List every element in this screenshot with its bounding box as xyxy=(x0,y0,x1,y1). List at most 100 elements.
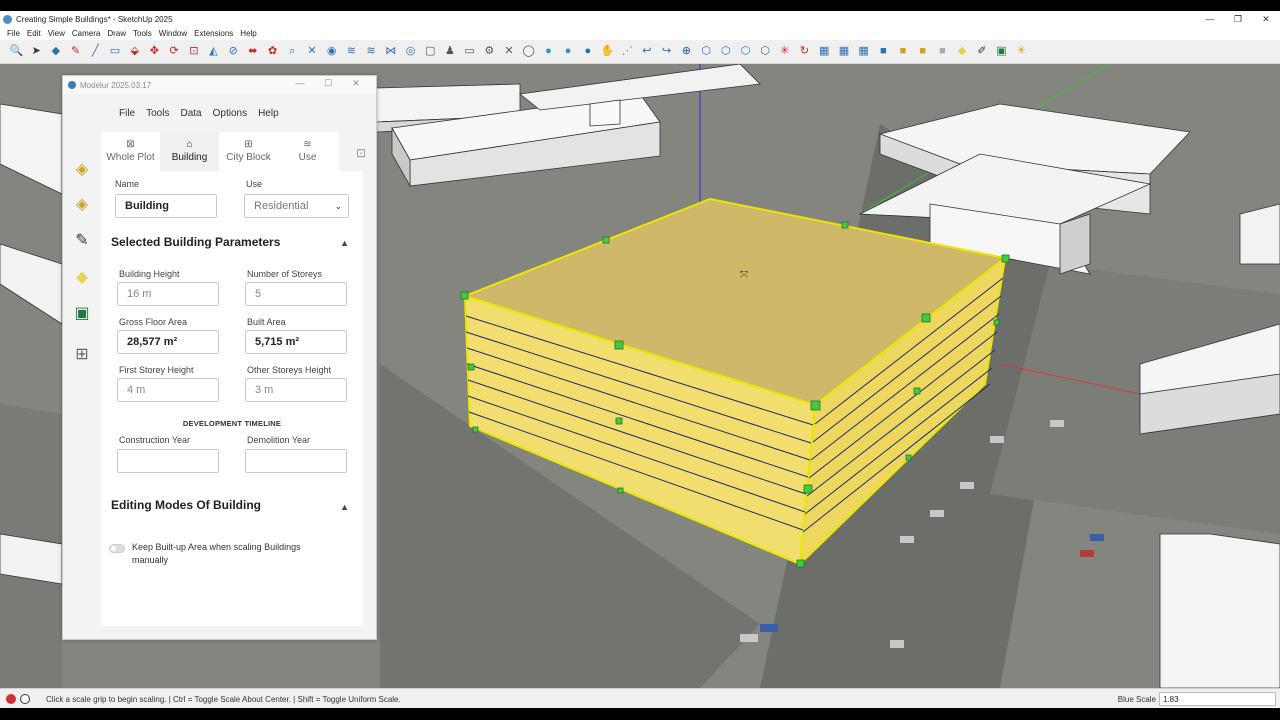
cube-icon[interactable]: ■ xyxy=(876,44,891,59)
building-height-input[interactable]: 16 m xyxy=(117,282,219,306)
panel-menu-file[interactable]: File xyxy=(119,108,135,119)
dotted-select-icon[interactable]: ⋰ xyxy=(620,44,635,59)
maximize-button[interactable]: ❐ xyxy=(1224,11,1252,27)
storeys-input[interactable]: 5 xyxy=(245,282,347,306)
hexagon-icon[interactable]: ⬡ xyxy=(718,44,733,59)
protractor-icon[interactable]: ◭ xyxy=(206,44,221,59)
use-select[interactable]: Residential ⌄ xyxy=(244,194,349,218)
select-arrow-icon[interactable]: ➤ xyxy=(29,44,44,59)
panel-menu-help[interactable]: Help xyxy=(258,108,279,119)
minimize-button[interactable]: — xyxy=(1196,11,1224,27)
panel-menu-tools[interactable]: Tools xyxy=(146,108,169,119)
stamp-icon[interactable]: ≋ xyxy=(364,44,379,59)
menu-draw[interactable]: Draw xyxy=(107,29,126,38)
gear-icon[interactable]: ⚙ xyxy=(482,44,497,59)
hook-icon[interactable]: ↩ xyxy=(639,44,654,59)
tab-use[interactable]: ≋ Use xyxy=(278,132,337,171)
grid-icon[interactable]: ▦ xyxy=(817,44,832,59)
plane-icon[interactable]: ◆ xyxy=(72,268,92,288)
stack-icon[interactable]: ◈ xyxy=(72,160,92,180)
search-icon[interactable]: 🔍 xyxy=(9,44,24,59)
info-icon[interactable] xyxy=(20,694,30,704)
reload-icon[interactable]: ↻ xyxy=(797,44,812,59)
panel-menu-options[interactable]: Options xyxy=(213,108,247,119)
drop-active-icon[interactable]: ● xyxy=(580,44,595,59)
menu-edit[interactable]: Edit xyxy=(27,29,41,38)
storeys-label: Number of Storeys xyxy=(247,269,323,279)
tab-whole-plot[interactable]: ⊠ Whole Plot xyxy=(101,132,160,171)
rotate-icon[interactable]: ⟳ xyxy=(167,44,182,59)
layers-icon[interactable]: ◈ xyxy=(72,195,92,215)
section-icon[interactable]: ⬌ xyxy=(245,44,260,59)
tab-city-block[interactable]: ⊞ City Block xyxy=(219,132,278,171)
grid-icon[interactable]: ▦ xyxy=(836,44,851,59)
panel-maximize-button[interactable]: ☐ xyxy=(314,78,342,89)
brush-icon[interactable]: ✎ xyxy=(72,231,92,251)
drape-icon[interactable]: ⋈ xyxy=(383,44,398,59)
line-icon[interactable]: ╱ xyxy=(88,44,103,59)
panel-menu-data[interactable]: Data xyxy=(180,108,201,119)
construction-year-input[interactable] xyxy=(117,449,219,473)
hexagon-icon[interactable]: ⬡ xyxy=(738,44,753,59)
menu-extensions[interactable]: Extensions xyxy=(194,29,233,38)
plus-circle-icon[interactable]: ⊕ xyxy=(679,44,694,59)
built-area-input[interactable]: 5,715 m² xyxy=(245,330,347,354)
other-storeys-input[interactable]: 3 m xyxy=(245,378,347,402)
tab-building[interactable]: ⌂ Building xyxy=(160,132,219,171)
drop-icon[interactable]: ● xyxy=(561,44,576,59)
move-icon[interactable]: ✥ xyxy=(147,44,162,59)
hand-icon[interactable]: ✋ xyxy=(600,44,615,59)
box-yellow-icon[interactable]: ■ xyxy=(896,44,911,59)
plane-icon[interactable]: ◆ xyxy=(955,44,970,59)
paint-icon[interactable]: ✿ xyxy=(265,44,280,59)
sandbox-icon[interactable]: ◉ xyxy=(324,44,339,59)
panel-minimize-button[interactable]: — xyxy=(286,78,314,89)
collapse-chevron-icon[interactable]: ▲ xyxy=(340,502,349,512)
menu-help[interactable]: Help xyxy=(240,29,256,38)
close-button[interactable]: ✕ xyxy=(1252,11,1280,27)
box-grey-icon[interactable]: ■ xyxy=(935,44,950,59)
keep-built-up-toggle[interactable] xyxy=(109,544,125,553)
push-pull-icon[interactable]: ⬙ xyxy=(127,44,142,59)
drop-icon[interactable]: ● xyxy=(541,44,556,59)
folder-add-icon[interactable]: ⊡ xyxy=(356,146,366,160)
grid-icon[interactable]: ▦ xyxy=(856,44,871,59)
zoom-extents-icon[interactable]: ✕ xyxy=(305,44,320,59)
components-icon[interactable]: ◎ xyxy=(403,44,418,59)
box-yellow-icon[interactable]: ■ xyxy=(915,44,930,59)
excel-icon[interactable]: ▣ xyxy=(72,304,92,324)
rectangle-icon[interactable]: ▭ xyxy=(108,44,123,59)
first-storey-input[interactable]: 4 m xyxy=(117,378,219,402)
explode-icon[interactable]: ✳ xyxy=(777,44,792,59)
demolition-year-input[interactable] xyxy=(245,449,347,473)
brush-icon[interactable]: ✐ xyxy=(974,44,989,59)
collapse-chevron-icon[interactable]: ▲ xyxy=(340,238,349,248)
menu-file[interactable]: File xyxy=(7,29,20,38)
measurement-box[interactable]: 1.83 xyxy=(1159,692,1276,706)
smoove-icon[interactable]: ≋ xyxy=(344,44,359,59)
excel-icon[interactable]: ▣ xyxy=(994,44,1009,59)
document-icon[interactable]: ▢ xyxy=(423,44,438,59)
gfa-input[interactable]: 28,577 m² xyxy=(117,330,219,354)
eraser-icon[interactable]: ◆ xyxy=(48,44,63,59)
drop-outline-icon[interactable]: ◯ xyxy=(521,44,536,59)
panel-close-button[interactable]: ✕ xyxy=(342,78,370,89)
menu-tools[interactable]: Tools xyxy=(133,29,152,38)
status-record-icon[interactable] xyxy=(6,694,16,704)
user-icon[interactable]: ♟ xyxy=(442,44,457,59)
folder-icon[interactable]: ▭ xyxy=(462,44,477,59)
hexagon-icon[interactable]: ⬡ xyxy=(758,44,773,59)
pencil-icon[interactable]: ✎ xyxy=(68,44,83,59)
add-icon[interactable]: ⊞ xyxy=(72,345,92,365)
scale-icon[interactable]: ⊡ xyxy=(186,44,201,59)
hexagon-icon[interactable]: ⬡ xyxy=(699,44,714,59)
name-input[interactable]: Building xyxy=(115,194,217,218)
menu-window[interactable]: Window xyxy=(159,29,187,38)
hook-active-icon[interactable]: ↪ xyxy=(659,44,674,59)
tape-icon[interactable]: ⊘ xyxy=(226,44,241,59)
menu-camera[interactable]: Camera xyxy=(72,29,100,38)
menu-view[interactable]: View xyxy=(48,29,65,38)
sun-icon[interactable]: ☀ xyxy=(1014,44,1029,59)
zoom-icon[interactable]: ⌕ xyxy=(285,44,300,59)
close-icon[interactable]: ✕ xyxy=(502,44,517,59)
